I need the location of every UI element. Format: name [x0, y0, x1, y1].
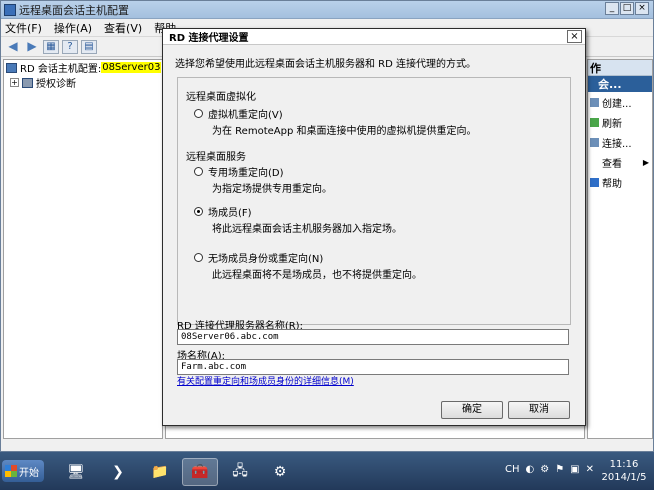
help-book-icon: [590, 177, 599, 187]
start-button[interactable]: 开始: [2, 460, 44, 482]
dedicated-desc: 为指定场提供专用重定向。: [212, 184, 332, 195]
action-help[interactable]: 帮助: [588, 172, 652, 192]
radio-dedicated[interactable]: 专用场重定向(D): [194, 164, 284, 179]
taskbar-powershell-icon[interactable]: ❯: [100, 458, 136, 486]
taskbar-server-manager-icon[interactable]: 🖥: [58, 458, 94, 486]
action-view[interactable]: 查看 ▶: [588, 152, 652, 172]
taskbar-rd-config-icon[interactable]: ⚙: [262, 458, 298, 486]
window-titlebar[interactable]: 远程桌面会话主机配置: [1, 1, 653, 19]
app-icon: [4, 3, 16, 16]
menu-action[interactable]: 操作(A): [54, 20, 92, 36]
console-tree: RD 会话主机配置: 08Server03 + 授权诊断: [3, 59, 163, 439]
dialog-close-button[interactable]: ×: [567, 30, 582, 43]
no-membership-desc: 此远程桌面将不是场成员，也不将提供重定向。: [212, 270, 422, 281]
language-indicator[interactable]: CH: [505, 464, 520, 475]
actions-header: 作: [588, 60, 652, 76]
radio-dot: [194, 253, 203, 262]
farm-member-desc: 将此远程桌面会话主机服务器加入指定场。: [212, 224, 402, 235]
action-refresh[interactable]: 刷新: [588, 112, 652, 132]
actions-subheader[interactable]: 会...: [588, 76, 652, 92]
system-tray: CH ◐ ⚙ ⚑ ▣ ✕: [505, 464, 594, 475]
action-connect[interactable]: 连接...: [588, 132, 652, 152]
radio-farm-member[interactable]: 场成员(F): [194, 204, 252, 219]
menu-file[interactable]: 文件(F): [5, 20, 42, 36]
action-create[interactable]: 创建...: [588, 92, 652, 112]
clock[interactable]: 11:16 2014/1/5: [598, 458, 650, 484]
window-title: 远程桌面会话主机配置: [19, 3, 129, 17]
refresh-icon: [590, 117, 599, 127]
more-info-link[interactable]: 有关配置重定向和场成员身份的详细信息(M): [177, 374, 354, 387]
rd-broker-dialog: RD 连接代理设置 × 选择您希望使用此远程桌面会话主机服务器和 RD 连接代理…: [162, 28, 586, 426]
settings-icon[interactable]: ⚙: [540, 464, 549, 475]
cancel-button[interactable]: 取消: [508, 401, 570, 419]
server-name-input[interactable]: 08Server06.abc.com: [177, 329, 569, 345]
radio-dot: [194, 167, 203, 176]
clock-date: 2014/1/5: [601, 472, 647, 483]
flag-icon[interactable]: ⚑: [555, 464, 564, 475]
ime-icon[interactable]: ◐: [525, 464, 534, 475]
taskbar-toolbox-icon[interactable]: 🧰: [182, 458, 218, 486]
back-icon[interactable]: ◀: [5, 40, 21, 54]
vm-redirect-desc: 为在 RemoteApp 和桌面连接中使用的虚拟机提供重定向。: [212, 126, 477, 137]
tree-root-label: RD 会话主机配置:: [20, 64, 102, 75]
console-tree-icon[interactable]: ▦: [43, 39, 59, 54]
taskbar-network-icon[interactable]: 🖧: [222, 458, 258, 486]
radio-vm-redirect[interactable]: 虚拟机重定向(V): [194, 106, 283, 121]
ok-button[interactable]: 确定: [441, 401, 503, 419]
server-icon: [6, 62, 17, 73]
submenu-arrow-icon: ▶: [642, 157, 649, 167]
tree-item-rd-config[interactable]: RD 会话主机配置: 08Server03: [4, 60, 162, 75]
windows-logo-icon: [5, 465, 17, 477]
minimize-button[interactable]: _: [605, 2, 619, 15]
actions-pane: 作 会... 创建... 刷新 连接... 查看 ▶ 帮助: [587, 59, 653, 439]
forward-icon[interactable]: ▶: [24, 40, 40, 54]
expand-icon[interactable]: +: [10, 78, 19, 87]
close-button[interactable]: ×: [635, 2, 649, 15]
volume-icon[interactable]: ✕: [586, 464, 594, 475]
help-icon[interactable]: ?: [62, 39, 78, 54]
taskbar-explorer-icon[interactable]: 📁: [142, 458, 178, 486]
section-rds: 远程桌面服务: [186, 152, 246, 163]
radio-dot: [194, 109, 203, 118]
section-virtualization: 远程桌面虚拟化: [186, 92, 256, 103]
diagnostics-icon: [22, 77, 33, 88]
dialog-title: RD 连接代理设置: [169, 33, 249, 44]
create-icon: [590, 97, 599, 107]
tree-root-server: 08Server03: [101, 62, 162, 73]
window-controls: _ □ ×: [605, 2, 649, 15]
tree-child-label: 授权诊断: [36, 79, 76, 90]
clock-time: 11:16: [609, 459, 639, 470]
dialog-titlebar[interactable]: RD 连接代理设置: [163, 29, 585, 45]
network-tray-icon[interactable]: ▣: [570, 464, 579, 475]
farm-name-input[interactable]: Farm.abc.com: [177, 359, 569, 375]
radio-no-membership[interactable]: 无场成员身份或重定向(N): [194, 250, 323, 265]
menu-view[interactable]: 查看(V): [104, 20, 142, 36]
connect-icon: [590, 137, 599, 147]
tree-item-license-diag[interactable]: + 授权诊断: [4, 75, 162, 90]
taskbar: 开始 🖥 ❯ 📁 🧰 🖧 ⚙ CH ◐ ⚙ ⚑ ▣ ✕ 11:16 2014/1…: [0, 452, 654, 490]
dialog-intro: 选择您希望使用此远程桌面会话主机服务器和 RD 连接代理的方式。: [175, 59, 477, 70]
options-group: 远程桌面虚拟化 虚拟机重定向(V) 为在 RemoteApp 和桌面连接中使用的…: [177, 77, 571, 325]
radio-dot-selected: [194, 207, 203, 216]
action-pane-icon[interactable]: ▤: [81, 39, 97, 54]
maximize-button[interactable]: □: [620, 2, 634, 15]
